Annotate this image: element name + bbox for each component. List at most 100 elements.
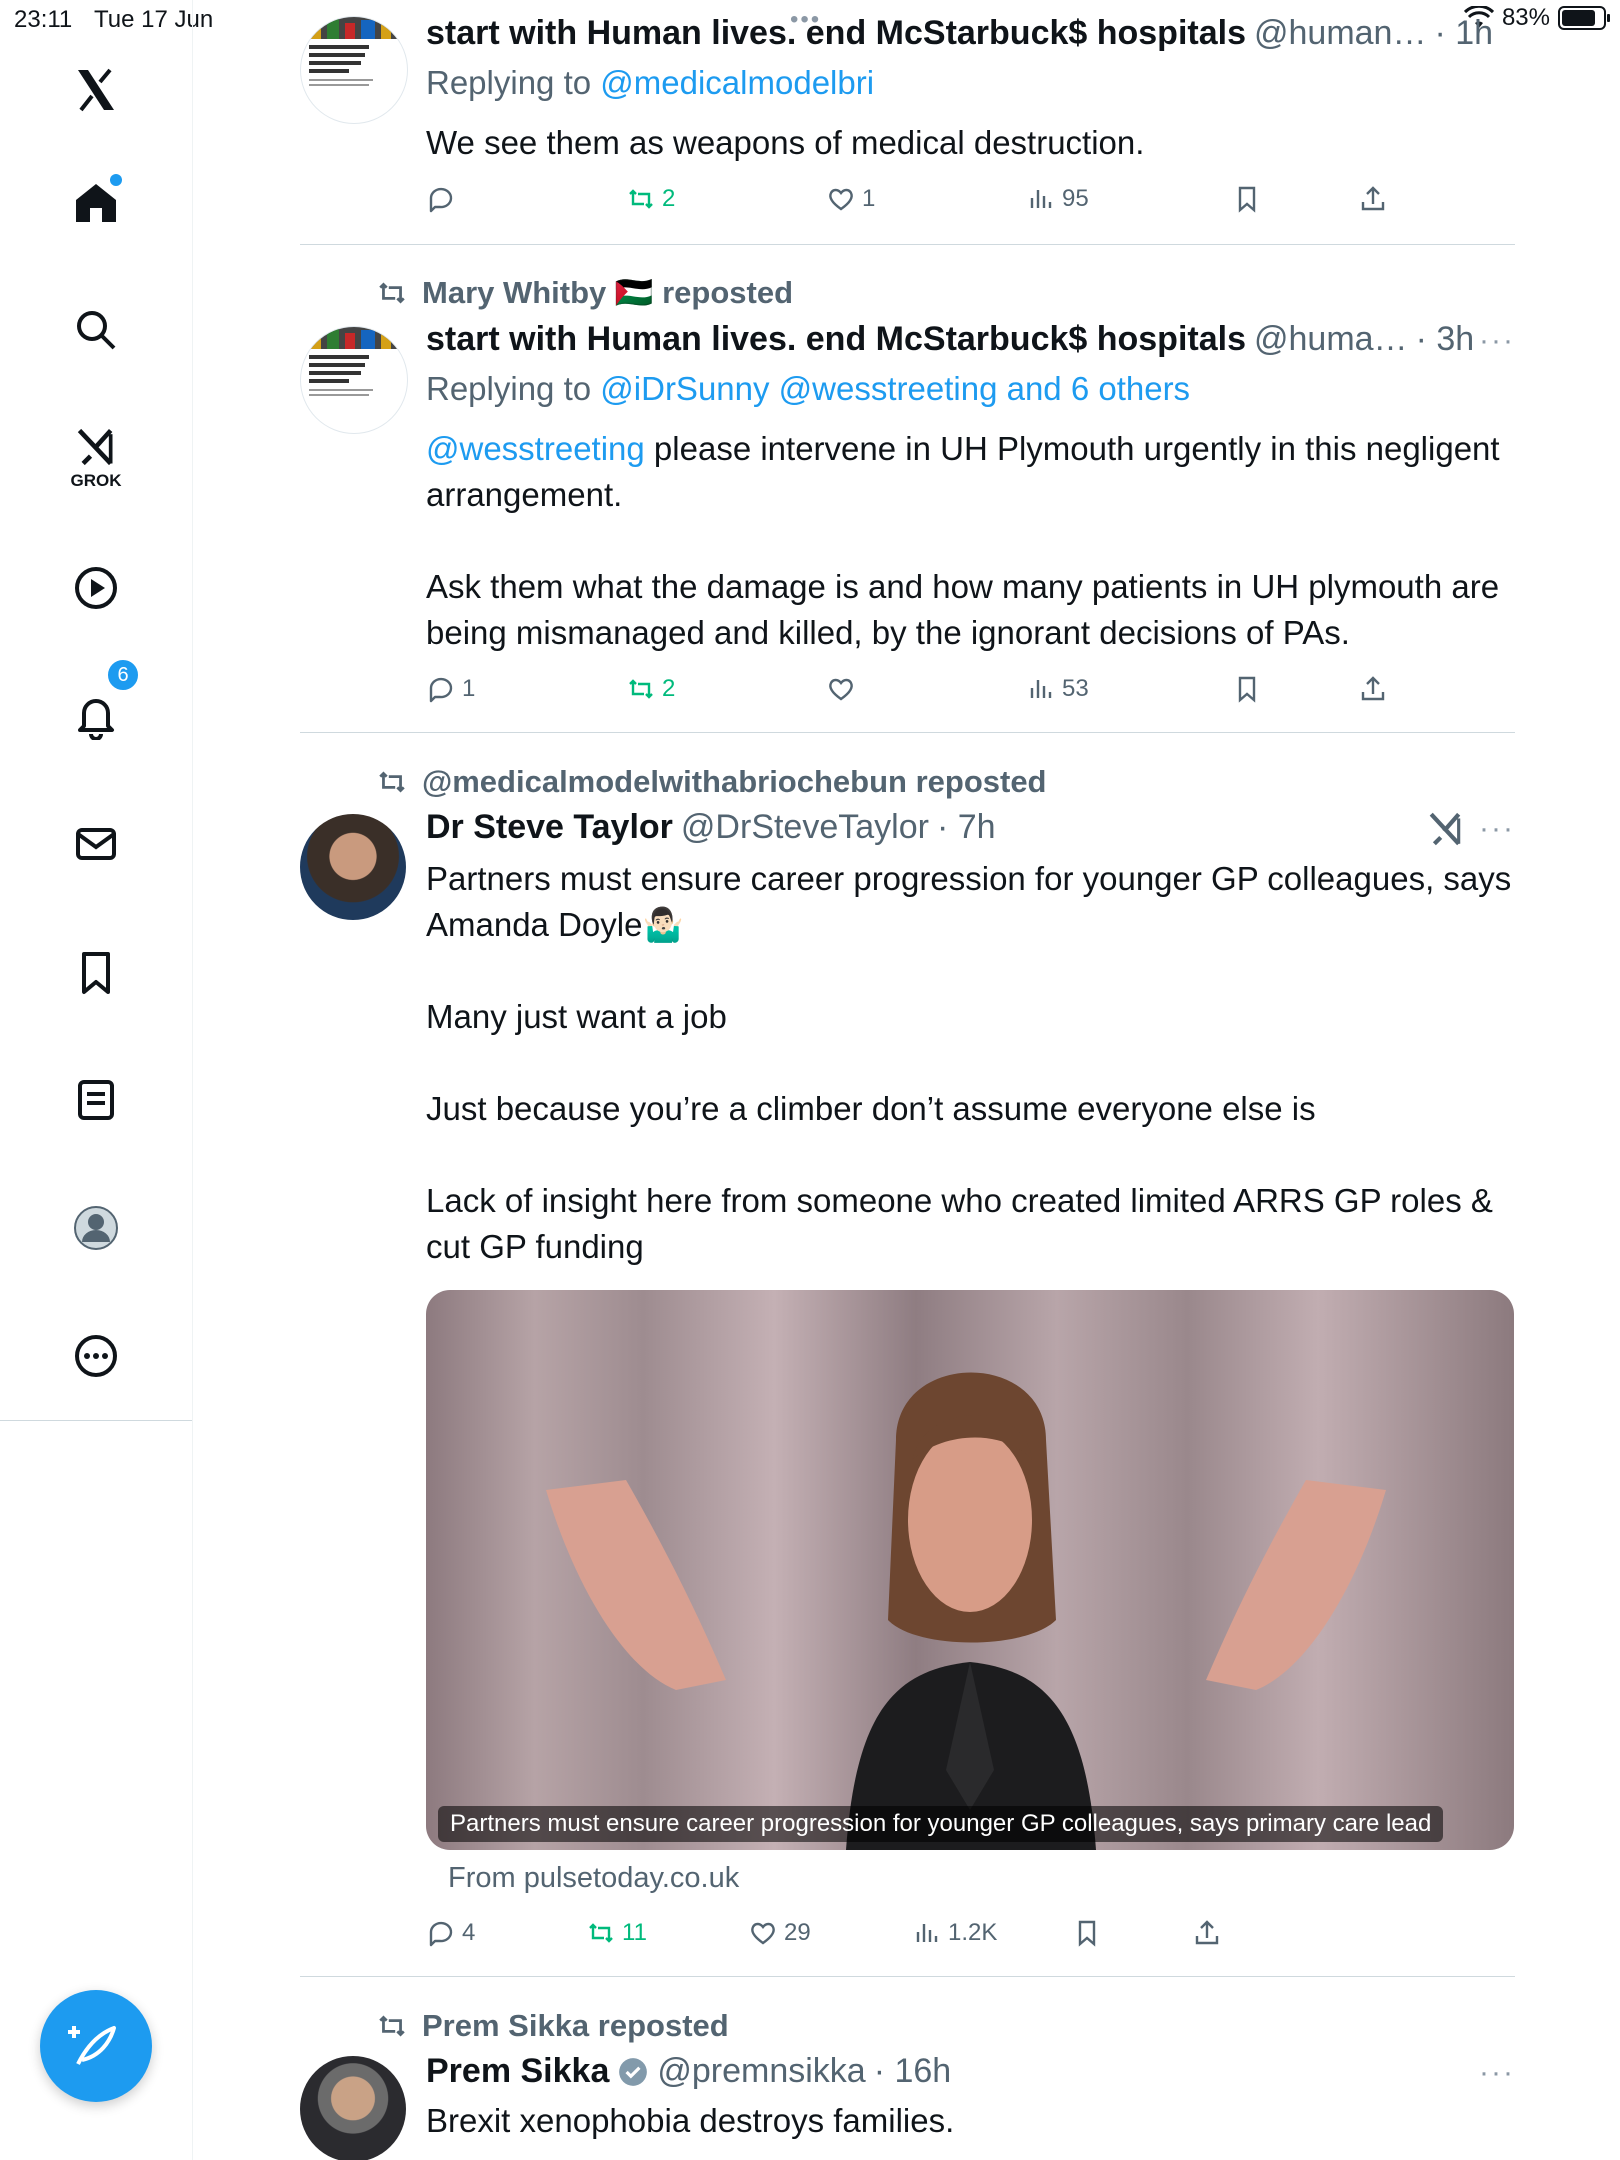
avatar[interactable]: [300, 326, 408, 434]
play-icon: [75, 567, 117, 609]
tweet-3[interactable]: @medicalmodelwithabriochebun reposted Dr…: [300, 734, 1515, 1978]
views-button[interactable]: 53: [1026, 674, 1089, 704]
tweet-4[interactable]: Prem Sikka reposted Prem Sikka @premnsik…: [300, 1978, 1515, 2160]
x-logo[interactable]: [48, 42, 144, 138]
repost-count: 2: [662, 185, 676, 212]
like-button[interactable]: [826, 674, 862, 704]
reply-icon: [429, 1921, 453, 1947]
more-options-icon[interactable]: ···: [1479, 2056, 1515, 2090]
repost-count: 11: [622, 1919, 647, 1946]
share-icon: [1361, 676, 1385, 701]
display-name[interactable]: Prem Sikka: [426, 2052, 609, 2091]
replying-to: Replying to @iDrSunny @wesstreeting and …: [426, 370, 1190, 408]
grok-icon: [77, 428, 113, 466]
sidebar-item-messages[interactable]: [48, 796, 144, 892]
share-button[interactable]: [1358, 674, 1388, 704]
sidebar-item-more[interactable]: [48, 1308, 144, 1404]
bookmark-icon: [1078, 1920, 1096, 1947]
views-button[interactable]: 1.2K: [912, 1918, 997, 1948]
repost-attribution[interactable]: @medicalmodelwithabriochebun reposted: [376, 764, 1047, 800]
sidebar-item-home[interactable]: [48, 154, 144, 250]
action-bar: 4 11 29 1.2K: [426, 1918, 1426, 1958]
avatar[interactable]: [300, 16, 408, 124]
newspaper-avatar-icon: [301, 327, 407, 396]
tweet-header: Dr Steve Taylor @DrSteveTaylor · 7h: [426, 808, 1516, 847]
heart-icon: [829, 188, 853, 211]
views-count: 53: [1062, 675, 1089, 702]
views-button[interactable]: 95: [1026, 184, 1089, 214]
repost-icon: [379, 282, 405, 303]
verified-badge-icon: [619, 2057, 648, 2086]
repost-button[interactable]: 2: [626, 184, 675, 214]
replying-to-label: Replying to: [426, 370, 592, 407]
repost-icon: [629, 679, 653, 699]
sidebar-item-search[interactable]: [48, 282, 144, 378]
sidebar-item-notifications[interactable]: 6: [48, 658, 144, 764]
repost-count: 2: [662, 675, 676, 702]
like-button[interactable]: 29: [748, 1918, 811, 1948]
compose-button[interactable]: [40, 1990, 152, 2102]
bookmark-button[interactable]: [1232, 184, 1262, 214]
repost-button[interactable]: 2: [626, 674, 675, 704]
timestamp[interactable]: · 16h: [874, 2052, 952, 2091]
tweet-2[interactable]: Mary Whitby 🇵🇸 reposted start with Human…: [300, 246, 1515, 734]
tweet-divider: [300, 732, 1515, 733]
avatar[interactable]: [300, 2056, 406, 2160]
handle[interactable]: @DrSteveTaylor: [681, 808, 929, 847]
handle[interactable]: @premnsikka: [657, 2052, 865, 2091]
tweet-text: @wesstreeting please intervene in UH Ply…: [426, 426, 1516, 656]
bookmark-button[interactable]: [1232, 674, 1262, 704]
reply-mention-link[interactable]: @iDrSunny @wesstreeting and 6 others: [600, 370, 1190, 407]
battery-icon: [1558, 6, 1610, 30]
avatar[interactable]: [300, 814, 406, 920]
bookmark-icon: [1238, 186, 1256, 213]
share-button[interactable]: [1358, 184, 1388, 214]
newspaper-avatar-icon: [301, 17, 407, 86]
bookmark-button[interactable]: [1072, 1918, 1102, 1948]
timestamp[interactable]: · 1h: [1434, 14, 1493, 53]
mention-link[interactable]: @wesstreeting: [426, 430, 645, 467]
profile-icon: [74, 1206, 118, 1250]
sidebar-item-bookmarks[interactable]: [48, 924, 144, 1020]
tweet-text: Partners must ensure career progression …: [426, 860, 1512, 1265]
bell-icon: [78, 699, 114, 740]
tweet-divider: [300, 1976, 1515, 1977]
display-name[interactable]: Dr Steve Taylor: [426, 808, 673, 847]
reply-icon: [429, 187, 453, 213]
grok-icon[interactable]: [1427, 810, 1465, 848]
display-name[interactable]: start with Human lives. end McStarbuck$ …: [426, 320, 1246, 359]
reply-button[interactable]: 4: [426, 1918, 475, 1948]
mail-icon: [76, 828, 116, 860]
repost-icon: [379, 2015, 405, 2037]
sidebar-item-lists[interactable]: [48, 1052, 144, 1148]
repost-attribution[interactable]: Mary Whitby 🇵🇸 reposted: [376, 274, 793, 311]
card-source[interactable]: From pulsetoday.co.uk: [448, 1862, 739, 1895]
card-caption: Partners must ensure career progression …: [438, 1806, 1444, 1842]
more-options-icon[interactable]: ···: [1479, 812, 1515, 846]
like-button[interactable]: 1: [826, 184, 875, 214]
share-button[interactable]: [1192, 1918, 1222, 1948]
repost-attribution[interactable]: Prem Sikka reposted: [376, 2008, 729, 2044]
handle[interactable]: @huma…: [1254, 320, 1408, 359]
sidebar-item-grok[interactable]: GROK: [48, 410, 144, 506]
reply-button[interactable]: 1: [426, 674, 475, 704]
sidebar-item-profile[interactable]: [48, 1180, 144, 1276]
tweet-text: We see them as weapons of medical destru…: [426, 124, 1145, 161]
timestamp[interactable]: · 3h: [1416, 320, 1475, 359]
share-icon: [1195, 1920, 1219, 1945]
sidebar-item-video[interactable]: [48, 540, 144, 636]
compose-icon: [68, 2026, 116, 2065]
timestamp[interactable]: · 7h: [937, 808, 996, 847]
reply-mention-link[interactable]: @medicalmodelbri: [600, 64, 874, 101]
display-name[interactable]: start with Human lives. end McStarbuck$ …: [426, 14, 1246, 53]
tweet-1[interactable]: start with Human lives. end McStarbuck$ …: [300, 0, 1515, 246]
handle[interactable]: @human…: [1254, 14, 1426, 53]
more-options-icon[interactable]: ···: [1479, 324, 1515, 358]
repost-button[interactable]: 11: [586, 1918, 647, 1948]
action-bar: 1 2 53: [426, 674, 1426, 714]
link-card-image[interactable]: Partners must ensure career progression …: [426, 1290, 1514, 1850]
replying-to: Replying to @medicalmodelbri: [426, 64, 874, 102]
search-icon: [77, 311, 116, 350]
views-icon: [1030, 190, 1052, 208]
reply-button[interactable]: [426, 184, 462, 214]
